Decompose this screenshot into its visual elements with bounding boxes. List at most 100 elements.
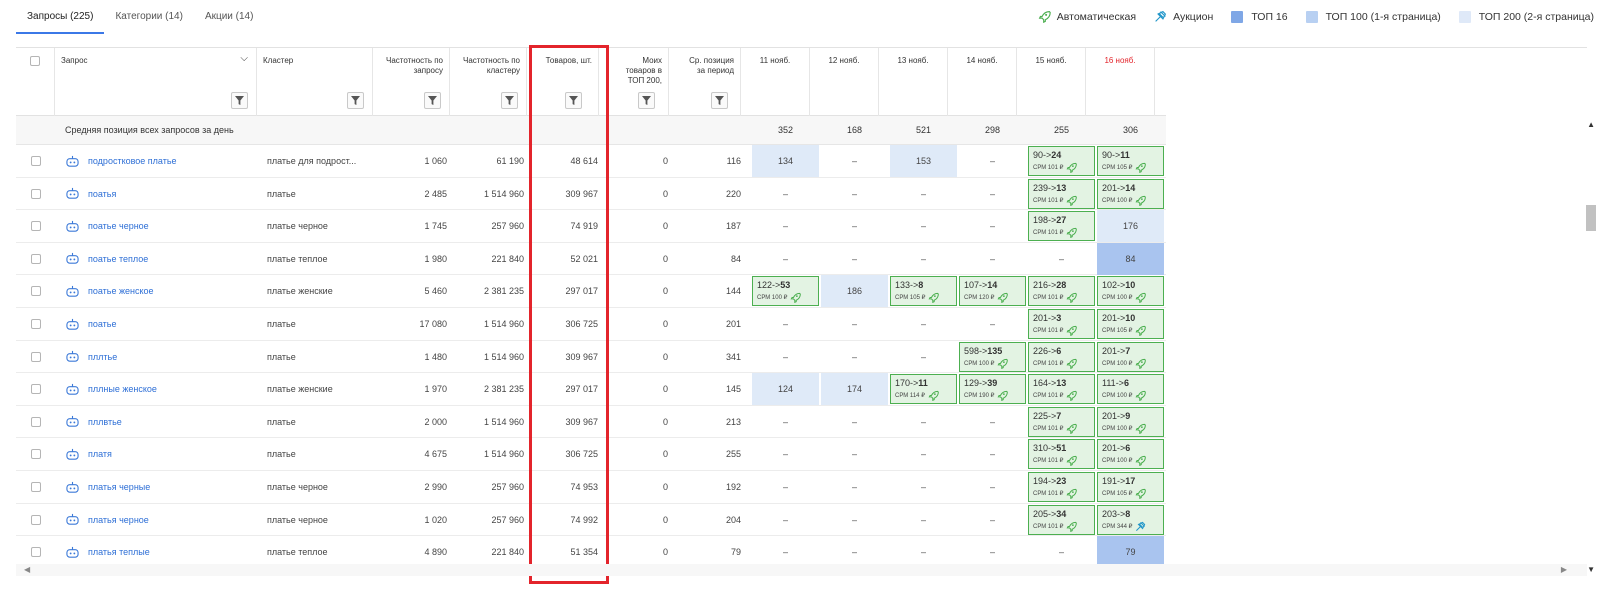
filter-icon[interactable] xyxy=(711,92,728,109)
scroll-left-arrow[interactable]: ◀ xyxy=(24,565,30,574)
goods-cell: 306 725 xyxy=(565,449,598,460)
day-position-ad-cell[interactable]: 239->13 СРМ 101 ₽ xyxy=(1028,178,1095,209)
row-checkbox[interactable] xyxy=(30,253,41,264)
query-link[interactable]: подростковое платье xyxy=(88,156,177,166)
table-row[interactable]: поатье черное платье черное 1 745 257 960 74… xyxy=(16,210,1166,243)
query-link[interactable]: платья черные xyxy=(88,482,150,492)
position-before: 226 xyxy=(1033,345,1049,356)
day-position-ad-cell[interactable]: 205->34 СРМ 101 ₽ xyxy=(1028,504,1095,535)
day-position-cell: – xyxy=(851,319,857,329)
day-position-ad-cell[interactable]: 102->10 СРМ 100 ₽ xyxy=(1097,276,1164,307)
tab-queries[interactable]: Запросы (225) xyxy=(16,11,105,34)
table-row[interactable]: пллтье платье 1 480 1 514 960 309 967 0 341 – – –… xyxy=(16,341,1166,374)
cpm-value: СРМ 101 ₽ xyxy=(1033,425,1064,432)
row-checkbox[interactable] xyxy=(30,416,41,427)
query-link[interactable]: поатье женское xyxy=(88,286,154,296)
day-position-cell: – xyxy=(920,482,926,492)
day-position-ad-cell[interactable]: 598->135 СРМ 100 ₽ xyxy=(959,341,1026,372)
day-position-ad-cell[interactable]: 203->8 СРМ 344 ₽ xyxy=(1097,504,1164,535)
day-position-ad-cell[interactable]: 201->9 СРМ 100 ₽ xyxy=(1097,406,1164,437)
scroll-up-arrow[interactable]: ▲ xyxy=(1587,120,1595,129)
day-position-ad-cell[interactable]: 170->11 СРМ 114 ₽ xyxy=(890,374,957,405)
avg-pos-cell: 145 xyxy=(725,384,741,395)
row-checkbox[interactable] xyxy=(30,384,41,395)
query-link[interactable]: пллвтье xyxy=(88,417,122,427)
row-checkbox[interactable] xyxy=(30,188,41,199)
filter-icon[interactable] xyxy=(638,92,655,109)
tab-promotions[interactable]: Акции (14) xyxy=(194,11,265,34)
day-position-ad-cell[interactable]: 201->7 СРМ 100 ₽ xyxy=(1097,341,1164,372)
horizontal-scrollbar[interactable]: ◀ ▶ xyxy=(16,564,1587,576)
query-link[interactable]: пллтье xyxy=(88,352,117,362)
day-position-ad-cell[interactable]: 216->28 СРМ 101 ₽ xyxy=(1028,276,1095,307)
row-checkbox[interactable] xyxy=(30,319,41,329)
select-all-checkbox[interactable] xyxy=(30,56,40,66)
day-position-ad-cell[interactable]: 198->27 СРМ 101 ₽ xyxy=(1028,211,1095,242)
filter-icon[interactable] xyxy=(565,92,582,109)
scrollbar-thumb[interactable] xyxy=(1586,205,1596,231)
day-position-ad-cell[interactable]: 111->6 СРМ 100 ₽ xyxy=(1097,374,1164,405)
my-goods-cell: 0 xyxy=(662,384,668,395)
day-position-ad-cell[interactable]: 225->7 СРМ 101 ₽ xyxy=(1028,406,1095,437)
query-link[interactable]: поатье черное xyxy=(88,221,149,231)
filter-icon[interactable] xyxy=(424,92,441,109)
day-position-ad-cell[interactable]: 191->17 СРМ 105 ₽ xyxy=(1097,472,1164,502)
table-row[interactable]: платья черные платье черное 2 990 257 960 74… xyxy=(16,471,1166,504)
query-link[interactable]: пллные женское xyxy=(88,384,157,394)
table-row[interactable]: платя платье 4 675 1 514 960 306 725 0 255 – – – –… xyxy=(16,438,1166,471)
row-checkbox[interactable] xyxy=(30,351,41,362)
table-row[interactable]: платья черное платье черное 1 020 257 960 74… xyxy=(16,504,1166,537)
day-position-ad-cell[interactable]: 133->8 СРМ 105 ₽ xyxy=(890,276,957,307)
chevron-down-icon[interactable]: ⌵ xyxy=(240,54,248,64)
day-position-ad-cell[interactable]: 201->10 СРМ 105 ₽ xyxy=(1097,309,1164,339)
table-row[interactable]: подростковое платье платье для подрост...… xyxy=(16,145,1166,178)
day-position-ad-cell[interactable]: 122->53 СРМ 100 ₽ xyxy=(752,276,819,307)
day-position-ad-cell[interactable]: 201->14 СРМ 100 ₽ xyxy=(1097,178,1164,209)
query-link[interactable]: платья теплые xyxy=(88,547,150,557)
filter-icon[interactable] xyxy=(347,92,364,109)
table-row[interactable]: поатья платье 2 485 1 514 960 309 967 0 220 – – –… xyxy=(16,178,1166,211)
query-link[interactable]: поатье xyxy=(88,319,117,329)
row-checkbox[interactable] xyxy=(30,156,41,166)
day-position-ad-cell[interactable]: 90->11 СРМ 105 ₽ xyxy=(1097,146,1164,176)
day-position-ad-cell[interactable]: 164->13 СРМ 101 ₽ xyxy=(1028,374,1095,405)
table-row[interactable]: пллные женское платье женские 1 970 2 381 2… xyxy=(16,373,1166,406)
row-checkbox[interactable] xyxy=(30,514,41,525)
legend-auto-label: Автоматическая xyxy=(1056,10,1137,23)
cpm-value: СРМ 100 ₽ xyxy=(1102,197,1133,204)
scroll-right-arrow[interactable]: ▶ xyxy=(1561,565,1567,574)
query-cell: подростковое платье xyxy=(65,145,255,177)
query-link[interactable]: поатья xyxy=(88,189,116,199)
row-checkbox[interactable] xyxy=(30,482,41,492)
day-position-ad-cell[interactable]: 107->14 СРМ 120 ₽ xyxy=(959,276,1026,307)
day-position-cell: – xyxy=(920,416,926,427)
freq-cluster-cell: 1 514 960 xyxy=(483,449,524,460)
freq-query-cell: 1 745 xyxy=(424,221,447,232)
filter-icon[interactable] xyxy=(231,92,248,109)
vertical-scrollbar[interactable] xyxy=(1575,118,1587,564)
day-position-ad-cell[interactable]: 129->39 СРМ 190 ₽ xyxy=(959,374,1026,405)
query-link[interactable]: платя xyxy=(88,449,112,459)
day-position-ad-cell[interactable]: 90->24 СРМ 101 ₽ xyxy=(1028,146,1095,176)
table-row[interactable]: пллвтье платье 2 000 1 514 960 309 967 0 213 – –… xyxy=(16,406,1166,439)
query-link[interactable]: платья черное xyxy=(88,515,149,525)
scroll-down-arrow[interactable]: ▼ xyxy=(1587,565,1595,574)
tab-categories[interactable]: Категории (14) xyxy=(104,11,193,34)
row-checkbox-cell xyxy=(16,210,55,242)
row-checkbox[interactable] xyxy=(30,286,41,297)
day-position-ad-cell[interactable]: 201->3 СРМ 101 ₽ xyxy=(1028,309,1095,339)
filter-icon[interactable] xyxy=(501,92,518,109)
row-checkbox[interactable] xyxy=(30,449,41,460)
day-position-ad-cell[interactable]: 201->6 СРМ 100 ₽ xyxy=(1097,439,1164,470)
row-checkbox[interactable] xyxy=(30,221,41,232)
query-link[interactable]: поатье теплое xyxy=(88,254,148,264)
table-row[interactable]: поатье женское платье женские 5 460 2 381 2… xyxy=(16,275,1166,308)
day-position-ad-cell[interactable]: 194->23 СРМ 101 ₽ xyxy=(1028,472,1095,502)
table-row[interactable]: поатье теплое платье теплое 1 980 221 840 52… xyxy=(16,242,1166,276)
row-checkbox[interactable] xyxy=(30,547,41,558)
header-my-goods: Моих товаров в ТОП 200, xyxy=(599,48,669,116)
position-after: 17 xyxy=(1125,476,1136,486)
day-position-ad-cell[interactable]: 226->6 СРМ 101 ₽ xyxy=(1028,341,1095,372)
table-row[interactable]: поатье платье 17 080 1 514 960 306 725 0 201 – –… xyxy=(16,308,1166,341)
day-position-ad-cell[interactable]: 310->51 СРМ 101 ₽ xyxy=(1028,439,1095,470)
